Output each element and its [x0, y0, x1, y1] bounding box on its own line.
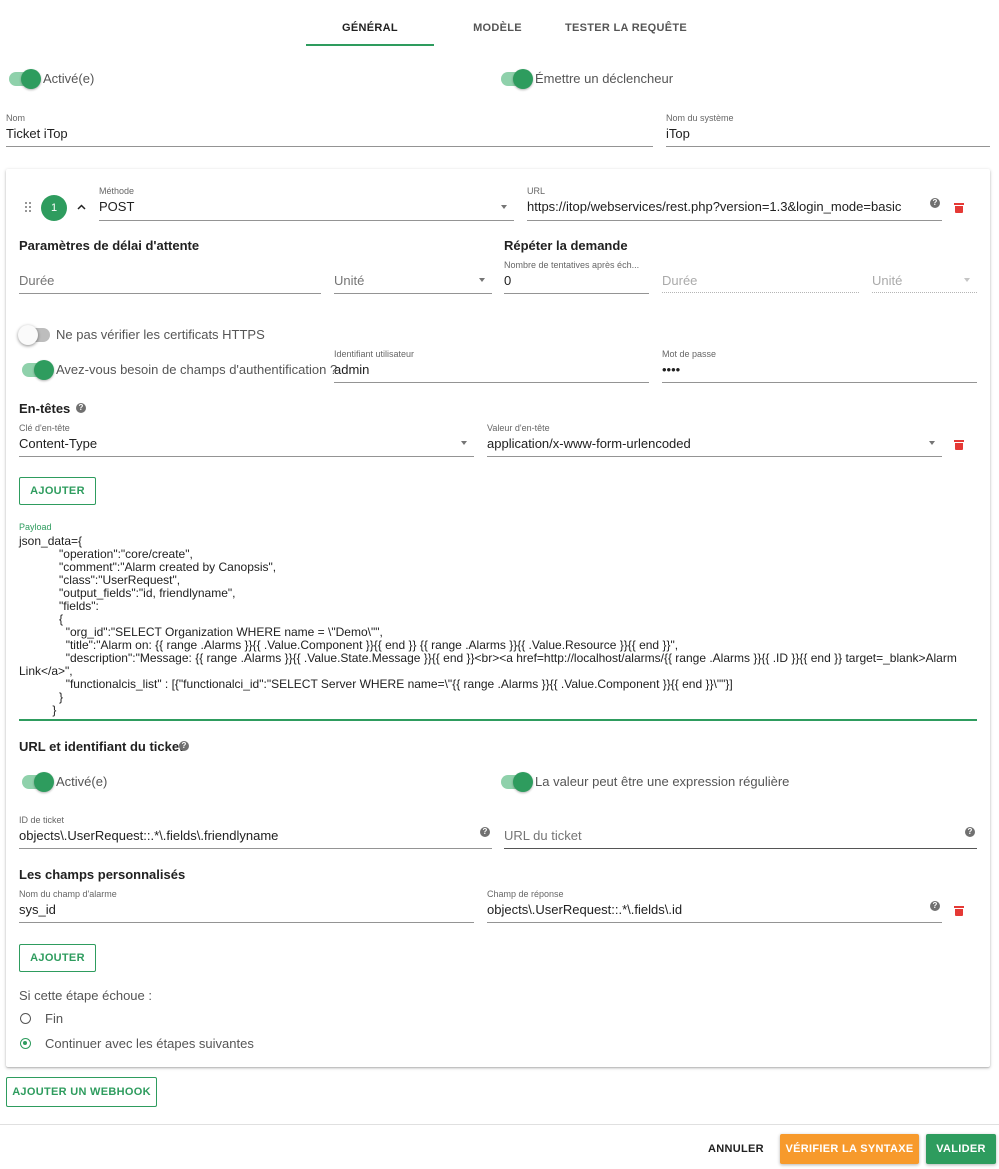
password-input[interactable]: ••••	[662, 362, 972, 377]
tab-template[interactable]: MODÈLE	[445, 22, 550, 34]
timeout-unit-select[interactable]: Unité	[334, 273, 364, 288]
payload-underline	[19, 719, 977, 721]
header-key-underline	[19, 456, 474, 457]
retry-unit-caret-icon[interactable]	[964, 278, 970, 282]
emit-trigger-label: Émettre un déclencheur	[535, 71, 674, 86]
system-name-field-label: Nom du système	[666, 113, 734, 123]
method-underline	[99, 220, 514, 221]
tab-general[interactable]: GÉNÉRAL	[306, 22, 434, 34]
retry-section-title: Répéter la demande	[504, 238, 628, 253]
header-value-select[interactable]: application/x-www-form-urlencoded	[487, 436, 917, 451]
method-label: Méthode	[99, 186, 135, 196]
on-failure-label: Si cette étape échoue :	[19, 988, 152, 1003]
delete-header-trash-icon[interactable]	[954, 440, 964, 450]
method-select[interactable]: POST	[99, 199, 479, 214]
check-syntax-button[interactable]: VÉRIFIER LA SYNTAXE	[780, 1134, 919, 1164]
ticket-id-underline	[19, 848, 492, 849]
ticket-url-help-icon[interactable]: ?	[965, 827, 975, 837]
timeout-unit-caret-icon[interactable]	[479, 278, 485, 282]
system-name-input-underline	[666, 146, 990, 147]
timeout-duration-input[interactable]: Durée	[19, 273, 54, 288]
skip-https-switch[interactable]	[18, 325, 50, 345]
retry-duration-underline	[662, 292, 859, 293]
timeout-section-title: Paramètres de délai d'attente	[19, 238, 200, 253]
username-underline	[334, 382, 649, 383]
retry-attempts-underline	[504, 293, 649, 294]
regex-switch[interactable]	[501, 772, 533, 792]
step-number-badge: 1	[41, 195, 67, 221]
ticket-enabled-switch[interactable]	[22, 772, 54, 792]
retry-unit-underline	[872, 292, 977, 293]
enabled-label: Activé(e)	[43, 71, 95, 86]
header-key-caret-icon[interactable]	[461, 441, 467, 445]
url-underline	[527, 220, 942, 221]
ticket-url-underline	[504, 848, 977, 849]
tab-test-request[interactable]: TESTER LA REQUÊTE	[562, 22, 690, 34]
emit-trigger-switch[interactable]	[501, 69, 533, 89]
retry-duration-input[interactable]: Durée	[662, 273, 697, 288]
timeout-unit-underline	[334, 293, 492, 294]
ticket-id-input[interactable]: objects\.UserRequest::.*\.fields\.friend…	[19, 828, 469, 843]
add-header-button[interactable]: AJOUTER	[19, 477, 96, 505]
radio-continue[interactable]	[20, 1038, 31, 1049]
header-value-underline	[487, 456, 942, 457]
system-name-input[interactable]: iTop	[666, 126, 986, 141]
ticket-help-icon[interactable]: ?	[179, 741, 189, 751]
enabled-switch[interactable]	[9, 69, 41, 89]
payload-textarea[interactable]: json_data={ "operation":"core/create", "…	[19, 535, 977, 717]
add-custom-field-button[interactable]: AJOUTER	[19, 944, 96, 972]
response-field-underline	[487, 922, 942, 923]
method-dropdown-caret-icon[interactable]	[501, 205, 507, 209]
response-field-label: Champ de réponse	[487, 889, 564, 899]
radio-continue-label: Continuer avec les étapes suivantes	[45, 1036, 254, 1051]
header-value-caret-icon[interactable]	[929, 441, 935, 445]
auth-label: Avez-vous besoin de champs d'authentific…	[56, 362, 338, 377]
custom-fields-section-title: Les champs personnalisés	[19, 867, 186, 882]
delete-step-trash-icon[interactable]	[954, 203, 964, 213]
ticket-enabled-label: Activé(e)	[56, 774, 108, 789]
payload-label: Payload	[19, 522, 52, 532]
skip-https-label: Ne pas vérifier les certificats HTTPS	[56, 327, 265, 342]
regex-label: La valeur peut être une expression régul…	[535, 774, 790, 789]
radio-end-label: Fin	[45, 1011, 64, 1026]
auth-switch[interactable]	[22, 360, 54, 380]
active-tab-indicator	[306, 44, 434, 46]
username-input[interactable]: admin	[334, 362, 644, 377]
retry-attempts-input[interactable]: 0	[504, 273, 644, 288]
cancel-button[interactable]: ANNULER	[700, 1134, 772, 1164]
name-input[interactable]: Ticket iTop	[6, 126, 646, 141]
response-field-help-icon[interactable]: ?	[930, 901, 940, 911]
headers-help-icon[interactable]: ?	[76, 403, 86, 413]
header-key-select[interactable]: Content-Type	[19, 436, 449, 451]
header-value-label: Valeur d'en-tête	[487, 423, 550, 433]
submit-button[interactable]: VALIDER	[926, 1134, 996, 1164]
retry-attempts-label: Nombre de tentatives après éch...	[504, 260, 640, 270]
alarm-field-underline	[19, 922, 474, 923]
response-field-input[interactable]: objects\.UserRequest::.*\.fields\.id	[487, 902, 917, 917]
add-webhook-button[interactable]: AJOUTER UN WEBHOOK	[6, 1077, 157, 1107]
username-label: Identifiant utilisateur	[334, 349, 415, 359]
headers-section-title: En-têtes	[19, 401, 71, 416]
chevron-up-icon[interactable]	[77, 204, 86, 210]
ticket-id-help-icon[interactable]: ?	[480, 827, 490, 837]
url-input[interactable]: https://itop/webservices/rest.php?versio…	[527, 199, 927, 214]
drag-handle-icon[interactable]	[24, 201, 32, 213]
header-key-label: Clé d'en-tête	[19, 423, 70, 433]
password-label: Mot de passe	[662, 349, 717, 359]
alarm-field-input[interactable]: sys_id	[19, 902, 469, 917]
ticket-url-input[interactable]: URL du ticket	[504, 828, 582, 843]
name-input-underline	[6, 146, 653, 147]
name-field-label: Nom	[6, 113, 26, 123]
footer-divider	[0, 1124, 999, 1125]
ticket-id-label: ID de ticket	[19, 815, 65, 825]
url-help-icon[interactable]: ?	[930, 198, 940, 208]
timeout-duration-underline	[19, 293, 321, 294]
radio-end[interactable]	[20, 1013, 31, 1024]
delete-custom-field-trash-icon[interactable]	[954, 906, 964, 916]
password-underline	[662, 382, 977, 383]
alarm-field-label: Nom du champ d'alarme	[19, 889, 117, 899]
ticket-section-title: URL et identifiant du ticket	[19, 739, 184, 754]
retry-unit-select[interactable]: Unité	[872, 273, 902, 288]
url-label: URL	[527, 186, 546, 196]
